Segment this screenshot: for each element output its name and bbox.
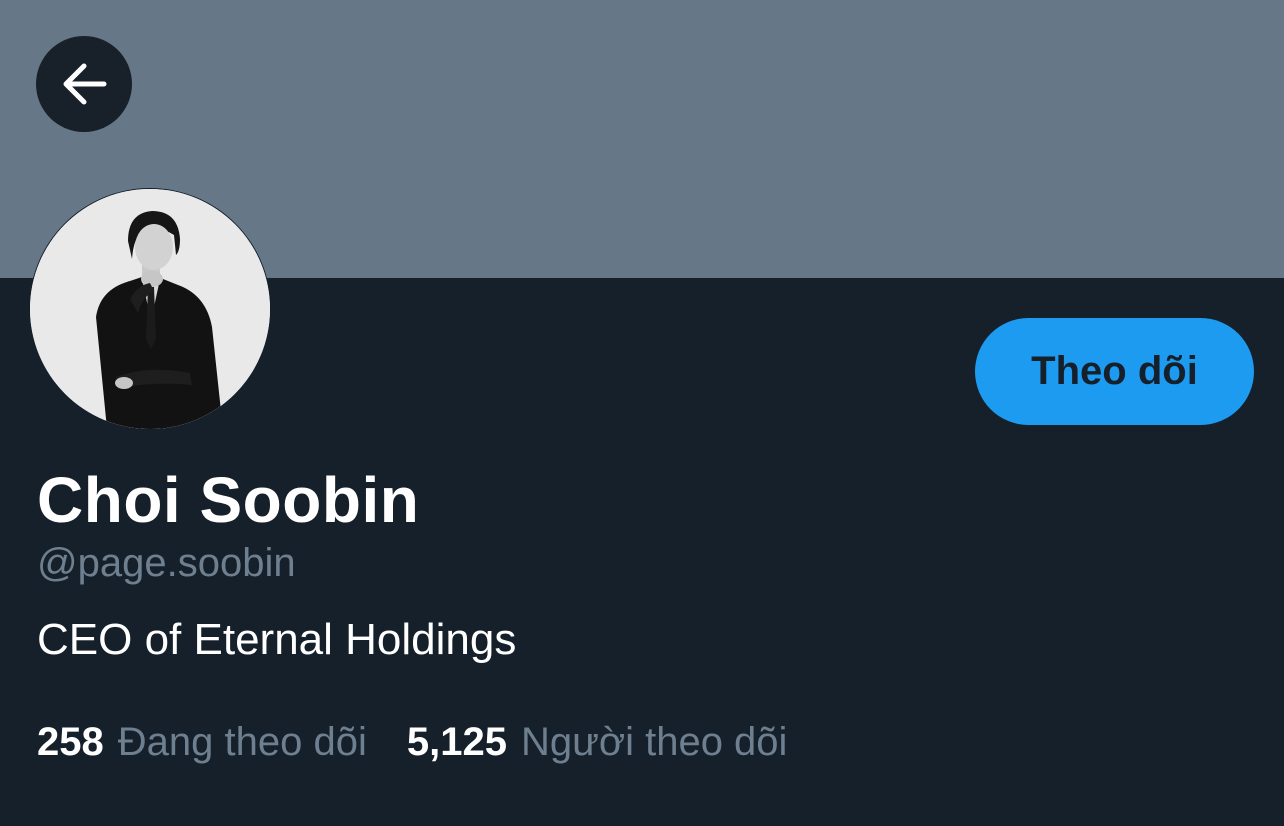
profile-page: Theo dõi Choi Soobin @page.soobin CEO of… — [0, 0, 1284, 826]
following-stat[interactable]: 258 Đang theo dõi — [37, 716, 367, 768]
following-label: Đang theo dõi — [117, 720, 367, 764]
avatar-image — [30, 189, 270, 429]
following-count: 258 — [37, 720, 104, 764]
followers-label: Người theo dõi — [520, 720, 788, 764]
followers-count: 5,125 — [406, 720, 507, 764]
arrow-left-icon — [63, 63, 107, 105]
profile-bio: CEO of Eternal Holdings — [37, 615, 517, 664]
profile-handle: @page.soobin — [37, 541, 296, 585]
follow-button[interactable]: Theo dõi — [975, 318, 1254, 425]
profile-stats: 258 Đang theo dõi 5,125 Người theo dõi — [37, 716, 787, 768]
followers-stat[interactable]: 5,125 Người theo dõi — [407, 716, 788, 768]
back-button[interactable] — [36, 36, 132, 132]
avatar[interactable] — [29, 188, 271, 430]
display-name: Choi Soobin — [37, 464, 420, 536]
